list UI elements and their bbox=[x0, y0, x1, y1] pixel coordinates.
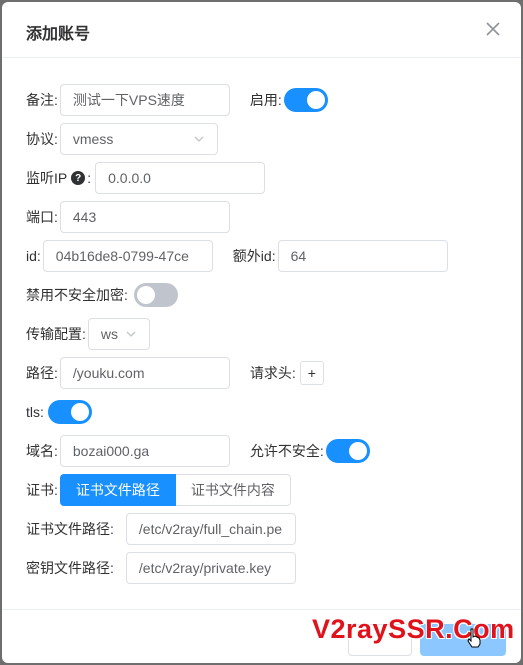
cert-path-input[interactable]: /etc/v2ray/full_chain.pem bbox=[125, 513, 296, 545]
cert-path-value: /etc/v2ray/full_chain.pem bbox=[138, 521, 283, 537]
transport-select[interactable]: ws bbox=[87, 318, 150, 350]
listen-ip-input[interactable]: 0.0.0.0 bbox=[95, 162, 266, 194]
id-row: id: 04b16de8-0799-47ce 额外id: 64 bbox=[26, 240, 448, 272]
listen-ip-value: 0.0.0.0 bbox=[108, 170, 151, 186]
help-icon[interactable]: ? bbox=[71, 171, 86, 185]
tls-switch[interactable] bbox=[47, 400, 92, 424]
key-path-row: 密钥文件路径: /etc/v2ray/private.key bbox=[26, 552, 296, 584]
path-value: /youku.com bbox=[72, 365, 145, 381]
cert-option-content[interactable]: 证书文件内容 bbox=[175, 474, 291, 506]
protocol-select[interactable]: vmess bbox=[59, 123, 218, 155]
transport-label: 传输配置: bbox=[26, 326, 86, 342]
switch-knob bbox=[348, 442, 367, 460]
allow-insecure-switch[interactable] bbox=[325, 439, 370, 463]
domain-row: 域名: bozai000.ga 允许不安全: bbox=[26, 435, 370, 467]
key-path-label: 密钥文件路径: bbox=[26, 560, 114, 576]
transport-row: 传输配置: ws bbox=[26, 318, 150, 350]
remark-label: 备注: bbox=[26, 92, 58, 108]
port-input[interactable]: 443 bbox=[59, 201, 230, 233]
alter-id-input[interactable]: 64 bbox=[277, 240, 448, 272]
remark-row: 备注: 测试一下VPS速度 启用: bbox=[26, 84, 328, 116]
path-input[interactable]: /youku.com bbox=[59, 357, 230, 389]
key-path-input[interactable]: /etc/v2ray/private.key bbox=[125, 552, 296, 584]
path-label: 路径: bbox=[26, 365, 58, 381]
switch-knob bbox=[136, 286, 155, 304]
id-value: 04b16de8-0799-47ce bbox=[55, 248, 189, 264]
switch-knob bbox=[70, 403, 89, 421]
domain-input[interactable]: bozai000.ga bbox=[59, 435, 230, 467]
chevron-down-icon bbox=[194, 136, 204, 142]
close-icon[interactable] bbox=[483, 19, 503, 39]
headers-label: 请求头: bbox=[249, 365, 296, 381]
cert-option-path[interactable]: 证书文件路径 bbox=[59, 474, 176, 506]
remark-input[interactable]: 测试一下VPS速度 bbox=[59, 84, 230, 116]
path-row: 路径: /youku.com 请求头: + bbox=[26, 357, 324, 389]
key-path-value: /etc/v2ray/private.key bbox=[138, 560, 272, 576]
protocol-value: vmess bbox=[72, 131, 114, 147]
listen-ip-colon: : bbox=[87, 170, 92, 186]
alter-id-label: 额外id: bbox=[232, 248, 276, 264]
tls-row: tls: bbox=[26, 396, 92, 428]
add-account-dialog: 添加账号 备注: 测试一下VPS速度 启用: 协议: vmess 监听IP ? … bbox=[2, 2, 521, 663]
allow-insecure-label: 允许不安全: bbox=[249, 443, 324, 459]
add-header-button[interactable]: + bbox=[299, 361, 324, 385]
port-value: 443 bbox=[72, 209, 97, 225]
dialog-title: 添加账号 bbox=[26, 26, 91, 43]
enable-switch[interactable] bbox=[283, 88, 328, 112]
alter-id-value: 64 bbox=[290, 248, 307, 264]
remark-value: 测试一下VPS速度 bbox=[72, 92, 185, 108]
cert-type-group: 证书文件路径 证书文件内容 bbox=[59, 474, 291, 506]
protocol-row: 协议: vmess bbox=[26, 123, 218, 155]
cert-label: 证书: bbox=[26, 482, 58, 498]
transport-value: ws bbox=[100, 326, 119, 342]
protocol-label: 协议: bbox=[26, 131, 58, 147]
cert-path-label: 证书文件路径: bbox=[26, 521, 114, 537]
id-label: id: bbox=[26, 248, 41, 264]
tls-label: tls: bbox=[26, 404, 44, 420]
enable-label: 启用: bbox=[249, 92, 282, 108]
disable-insecure-row: 禁用不安全加密: bbox=[26, 279, 178, 311]
disable-insecure-label: 禁用不安全加密: bbox=[26, 287, 128, 303]
chevron-down-icon bbox=[126, 331, 136, 337]
cert-row: 证书: 证书文件路径 证书文件内容 bbox=[26, 474, 291, 506]
cert-path-row: 证书文件路径: /etc/v2ray/full_chain.pem bbox=[26, 513, 296, 545]
domain-label: 域名: bbox=[26, 443, 58, 459]
port-row: 端口: 443 bbox=[26, 201, 230, 233]
domain-value: bozai000.ga bbox=[72, 443, 150, 459]
switch-knob bbox=[306, 91, 325, 109]
disable-insecure-switch[interactable] bbox=[133, 283, 178, 307]
listen-ip-label: 监听IP bbox=[26, 170, 68, 186]
id-input[interactable]: 04b16de8-0799-47ce bbox=[42, 240, 213, 272]
listen-ip-row: 监听IP ? : 0.0.0.0 bbox=[26, 162, 266, 194]
watermark: V2raySSR.Com bbox=[312, 614, 515, 644]
port-label: 端口: bbox=[26, 209, 58, 225]
dialog-header: 添加账号 bbox=[2, 2, 521, 58]
hand-cursor-icon bbox=[466, 628, 482, 651]
